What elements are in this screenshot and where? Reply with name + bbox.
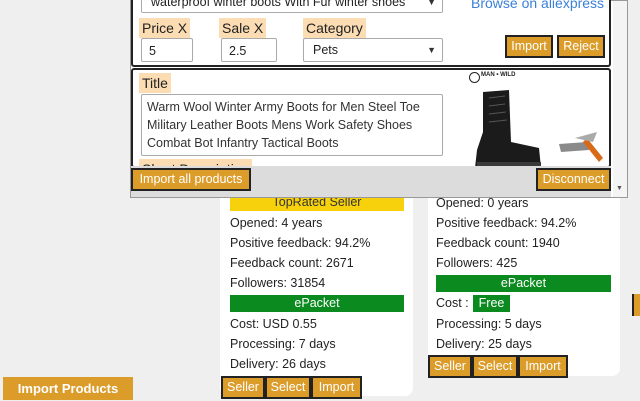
processing-text: Processing: 5 days [436,317,542,331]
category-select-value: Pets [313,43,339,57]
scroll-down-icon[interactable]: ▼ [616,185,623,192]
price-label: Price X [139,18,191,38]
cost-line: Cost : Free [436,295,511,312]
opened-text: Opened: 4 years [230,216,323,230]
delivery-text: Delivery: 26 days [230,357,326,371]
popup-scrollbar[interactable]: ▼ [613,1,627,197]
cost-text: Cost: USD 0.55 [230,317,317,331]
sale-label: Sale X [219,18,267,38]
free-badge: Free [472,295,511,312]
price-multiplier-input[interactable]: 5 [141,38,193,62]
product-select[interactable]: waterproof winter boots With Fur winter … [141,0,443,13]
opened-text: Opened: 0 years [436,196,529,210]
popup-footer: Import all products Disconnect [131,166,611,197]
processing-text: Processing: 7 days [230,337,336,351]
epacket-badge: ePacket [436,275,611,292]
positive-feedback-text: Positive feedback: 94.2% [230,236,371,250]
import-all-products-button[interactable]: Import all products [131,168,251,191]
select-button[interactable]: Select [472,355,518,378]
title-textarea[interactable]: Warm Wool Winter Army Boots for Men Stee… [141,94,443,156]
feedback-count-text: Feedback count: 1940 [436,236,560,250]
select-button[interactable]: Select [265,376,311,399]
partial-button-edge[interactable] [632,294,640,316]
positive-feedback-text: Positive feedback: 94.2% [436,216,577,230]
disconnect-button[interactable]: Disconnect [536,168,611,191]
chevron-down-icon: ▼ [427,0,436,7]
category-label: Category [303,18,366,38]
seller-button[interactable]: Seller [428,355,472,378]
product-image: MAN • WILD [469,72,609,166]
chevron-down-icon: ▼ [427,45,436,55]
boot-icon [475,90,603,166]
import-products-button[interactable]: Import Products [3,377,133,400]
browse-aliexpress-link[interactable]: Browse on aliexpress [471,0,604,11]
feedback-count-text: Feedback count: 2671 [230,256,354,270]
product-settings-panel: waterproof winter boots With Fur winter … [131,0,611,67]
product-title-panel: Title Warm Wool Winter Army Boots for Me… [131,68,611,168]
import-button[interactable]: Import [518,355,568,378]
seller-button[interactable]: Seller [221,376,265,399]
product-select-value: waterproof winter boots With Fur winter … [151,0,406,9]
category-select[interactable]: Pets ▼ [303,38,443,62]
followers-text: Followers: 31854 [230,276,326,290]
import-button[interactable]: Import [505,35,553,58]
import-popup: waterproof winter boots With Fur winter … [130,0,628,198]
followers-text: Followers: 425 [436,256,518,270]
cost-label: Cost : [436,296,469,310]
sale-multiplier-input[interactable]: 2.5 [221,38,277,62]
import-button[interactable]: Import [311,376,362,399]
title-label: Title [139,73,171,93]
reject-button[interactable]: Reject [557,35,605,58]
epacket-badge: ePacket [230,295,404,312]
delivery-text: Delivery: 25 days [436,337,532,351]
